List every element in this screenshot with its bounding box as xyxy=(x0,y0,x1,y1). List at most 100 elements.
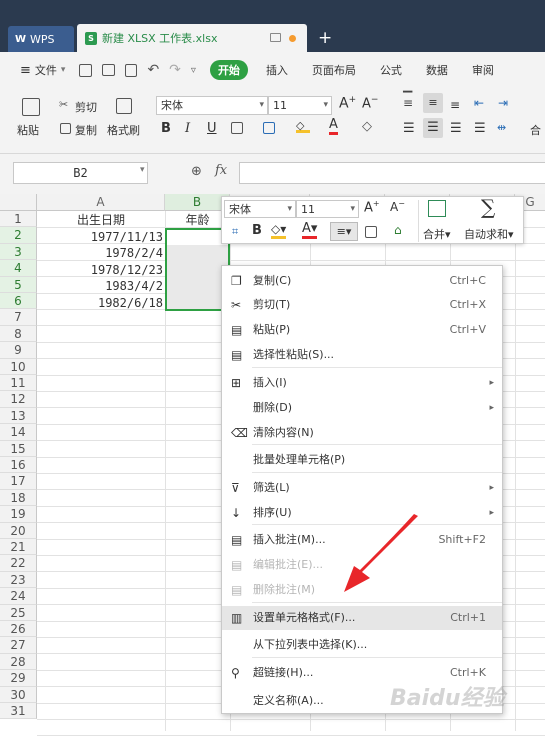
row-header-11[interactable]: 11 xyxy=(0,375,37,392)
column-header-a[interactable]: A xyxy=(37,194,165,211)
row-header-3[interactable]: 3 xyxy=(0,243,37,261)
redo-icon[interactable]: ↷ xyxy=(169,62,181,78)
font-name-select[interactable]: 宋体 xyxy=(156,96,268,115)
cell-a3[interactable]: 1978/2/4 xyxy=(37,245,163,261)
cell-a5[interactable]: 1983/4/2 xyxy=(37,278,163,294)
select-all-corner[interactable] xyxy=(0,194,37,211)
row-header-5[interactable]: 5 xyxy=(0,276,37,293)
menu-item-copy[interactable]: ❐ 复制(C) Ctrl+C xyxy=(222,269,502,293)
row-header-7[interactable]: 7 xyxy=(0,309,37,326)
menu-item-batch-process[interactable]: 批量处理单元格(P) xyxy=(222,448,502,472)
row-header-26[interactable]: 26 xyxy=(0,621,37,638)
align-middle-icon[interactable]: ≡ xyxy=(423,93,443,113)
row-header-27[interactable]: 27 xyxy=(0,637,37,654)
tab-page-layout[interactable]: 页面布局 xyxy=(312,52,356,88)
row-header-6[interactable]: 6 xyxy=(0,293,37,310)
align-center-icon[interactable]: ☰ xyxy=(423,118,443,138)
mini-bold-button[interactable]: B xyxy=(252,223,262,238)
mini-align-center-icon[interactable]: ≡▾ xyxy=(330,222,358,241)
tab-formula[interactable]: 公式 xyxy=(380,52,402,88)
row-header-30[interactable]: 30 xyxy=(0,686,37,703)
row-header-18[interactable]: 18 xyxy=(0,489,37,507)
customize-chevron-icon[interactable]: ▿ xyxy=(191,65,196,76)
row-header-8[interactable]: 8 xyxy=(0,325,37,343)
autosum-button[interactable]: 自动求和▾ xyxy=(464,226,514,242)
mini-font-select[interactable]: 宋体 xyxy=(224,200,296,218)
row-header-21[interactable]: 21 xyxy=(0,539,37,556)
copy-button[interactable]: 复制 xyxy=(75,122,97,138)
row-header-4[interactable]: 4 xyxy=(0,260,37,277)
row-header-20[interactable]: 20 xyxy=(0,522,37,539)
row-header-17[interactable]: 17 xyxy=(0,473,37,490)
cell-a6[interactable]: 1982/6/18 xyxy=(37,295,163,311)
paste-label[interactable]: 粘贴 xyxy=(17,122,39,138)
font-size-select[interactable]: 11 xyxy=(268,96,332,115)
tab-review[interactable]: 审阅 xyxy=(472,52,494,88)
mini-decrease-font-icon[interactable]: A− xyxy=(390,199,405,214)
merge-icon[interactable] xyxy=(428,200,446,217)
name-box-chevron-icon[interactable]: ▾ xyxy=(140,165,145,175)
zoom-icon[interactable]: ⊕ xyxy=(191,164,202,179)
row-header-28[interactable]: 28 xyxy=(0,653,37,671)
row-header-22[interactable]: 22 xyxy=(0,555,37,572)
row-header-12[interactable]: 12 xyxy=(0,391,37,408)
menu-item-filter[interactable]: ⊽ 筛选(L) ▸ xyxy=(222,476,502,500)
row-header-19[interactable]: 19 xyxy=(0,506,37,523)
cell-style-icon[interactable] xyxy=(263,122,275,134)
sum-icon[interactable]: ∑ xyxy=(481,195,495,219)
format-painter-icon[interactable] xyxy=(116,98,132,114)
menu-item-clear-contents[interactable]: ⌫ 清除内容(N) xyxy=(222,421,502,445)
mini-font-color-icon[interactable]: A▾ xyxy=(302,222,318,239)
menu-item-cut[interactable]: ✂ 剪切(T) Ctrl+X xyxy=(222,293,502,317)
merge-button[interactable]: 合并▾ xyxy=(423,226,451,242)
menu-item-delete[interactable]: 删除(D) ▸ xyxy=(222,396,502,420)
print-icon[interactable] xyxy=(102,64,116,76)
formula-input[interactable] xyxy=(239,162,545,184)
file-menu[interactable]: ≡ 文件 ▾ xyxy=(0,52,65,88)
cell-a1[interactable]: 出生日期 xyxy=(37,212,165,228)
fill-color-icon[interactable]: ◇ xyxy=(296,119,310,133)
monitor-icon[interactable] xyxy=(270,33,281,42)
row-header-13[interactable]: 13 xyxy=(0,407,37,425)
row-header-23[interactable]: 23 xyxy=(0,571,37,589)
active-cell-b2[interactable] xyxy=(167,230,228,245)
mini-eraser-icon[interactable]: ⌂ xyxy=(394,223,402,237)
function-icon[interactable]: fx xyxy=(215,163,227,178)
row-header-16[interactable]: 16 xyxy=(0,457,37,474)
tab-wps-home[interactable]: W WPS xyxy=(8,26,74,52)
align-top-icon[interactable]: ▔ ≡ xyxy=(403,92,413,109)
save-icon[interactable] xyxy=(79,63,93,77)
menu-item-format-cells[interactable]: ▥ 设置单元格格式(F)... Ctrl+1 xyxy=(222,606,502,630)
italic-button[interactable]: I xyxy=(185,121,190,136)
font-color-button[interactable]: A xyxy=(329,118,338,135)
border-icon[interactable] xyxy=(231,122,243,134)
merge-partial-label[interactable]: 合 xyxy=(530,122,541,138)
row-header-9[interactable]: 9 xyxy=(0,342,37,359)
decrease-font-icon[interactable]: A− xyxy=(362,95,378,111)
mini-increase-font-icon[interactable]: A+ xyxy=(364,199,380,215)
menu-item-insert[interactable]: ⊞ 插入(I) ▸ xyxy=(222,371,502,395)
increase-font-icon[interactable]: A+ xyxy=(339,95,356,112)
tab-data[interactable]: 数据 xyxy=(426,52,448,88)
row-header-24[interactable]: 24 xyxy=(0,588,37,605)
bold-button[interactable]: B xyxy=(161,121,171,136)
row-header-31[interactable]: 31 xyxy=(0,703,37,720)
tab-insert[interactable]: 插入 xyxy=(266,52,288,88)
mini-border-icon[interactable] xyxy=(365,226,377,238)
cut-button[interactable]: 剪切 xyxy=(75,99,97,115)
indent-decrease-icon[interactable]: ⇤ xyxy=(474,96,484,110)
format-painter-label[interactable]: 格式刷 xyxy=(107,122,140,138)
indent-increase-icon[interactable]: ⇥ xyxy=(498,96,508,110)
name-box[interactable]: B2 xyxy=(13,162,148,184)
tab-start[interactable]: 开始 xyxy=(209,52,248,88)
cell-a4[interactable]: 1978/12/23 xyxy=(37,262,163,278)
undo-icon[interactable]: ↶ xyxy=(147,62,159,78)
mini-format-icon[interactable]: ⌗ xyxy=(232,225,238,239)
mini-size-select[interactable]: 11 xyxy=(296,200,359,218)
row-header-1[interactable]: 1 xyxy=(0,211,37,228)
justify-icon[interactable]: ☰ xyxy=(474,121,486,136)
distribute-icon[interactable]: ⇹ xyxy=(497,121,506,134)
print-preview-icon[interactable] xyxy=(125,63,138,77)
row-header-25[interactable]: 25 xyxy=(0,604,37,621)
row-header-10[interactable]: 10 xyxy=(0,358,37,375)
